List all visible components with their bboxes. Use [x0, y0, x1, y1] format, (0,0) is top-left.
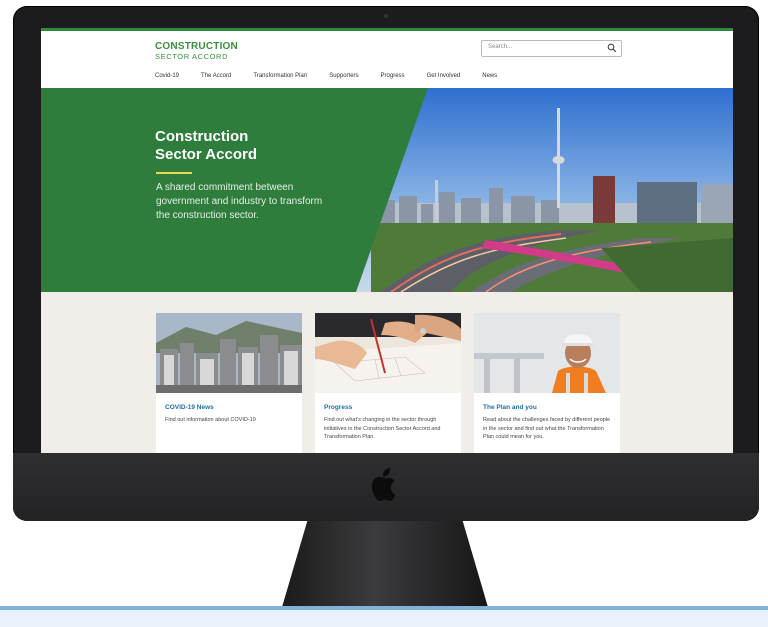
hero-divider	[156, 172, 192, 174]
site-header: CONSTRUCTION SECTOR ACCORD Search... Cov…	[41, 31, 733, 88]
card-title[interactable]: The Plan and you	[483, 404, 537, 411]
nav-item-get-involved[interactable]: Get Involved	[427, 73, 461, 83]
main-nav: Covid-19 The Accord Transformation Plan …	[155, 73, 519, 83]
card-image-city	[156, 313, 302, 393]
search-input[interactable]: Search...	[481, 40, 622, 57]
logo-line-2[interactable]: SECTOR ACCORD	[155, 52, 228, 61]
search-placeholder: Search...	[488, 44, 513, 50]
camera-icon	[384, 14, 388, 18]
card-plan-and-you[interactable]: The Plan and you Read about the challeng…	[474, 313, 620, 453]
hero-title: Construction Sector Accord	[155, 128, 257, 163]
hero-banner: Construction Sector Accord A shared comm…	[41, 88, 733, 292]
hero-subtitle: A shared commitment between government a…	[156, 182, 323, 221]
card-title[interactable]: Progress	[324, 404, 352, 411]
card-description: Find out information about COVID-19	[165, 417, 256, 423]
apple-logo-icon	[372, 468, 396, 501]
card-description: Read about the challenges faced by diffe…	[483, 417, 611, 440]
nav-item-transformation-plan[interactable]: Transformation Plan	[253, 73, 307, 83]
screen: CONSTRUCTION SECTOR ACCORD Search... Cov…	[41, 28, 733, 453]
logo-line-1[interactable]: CONSTRUCTION	[155, 41, 238, 52]
nav-item-progress[interactable]: Progress	[381, 73, 405, 83]
nav-item-the-accord[interactable]: The Accord	[201, 73, 231, 83]
card-title[interactable]: COVID-19 News	[165, 404, 214, 411]
nav-item-supporters[interactable]: Supporters	[329, 73, 358, 83]
card-image-worker	[474, 313, 620, 393]
card-description: Find out what's changing in the sector t…	[324, 417, 441, 440]
monitor-stand	[280, 521, 490, 614]
card-covid-news[interactable]: COVID-19 News Find out information about…	[156, 313, 302, 453]
card-image-drawing	[315, 313, 461, 393]
card-progress[interactable]: Progress Find out what's changing in the…	[315, 313, 461, 453]
shelf-surface	[0, 610, 768, 627]
nav-item-covid[interactable]: Covid-19	[155, 73, 179, 83]
nav-item-news[interactable]: News	[482, 73, 497, 83]
search-icon[interactable]	[607, 43, 617, 53]
